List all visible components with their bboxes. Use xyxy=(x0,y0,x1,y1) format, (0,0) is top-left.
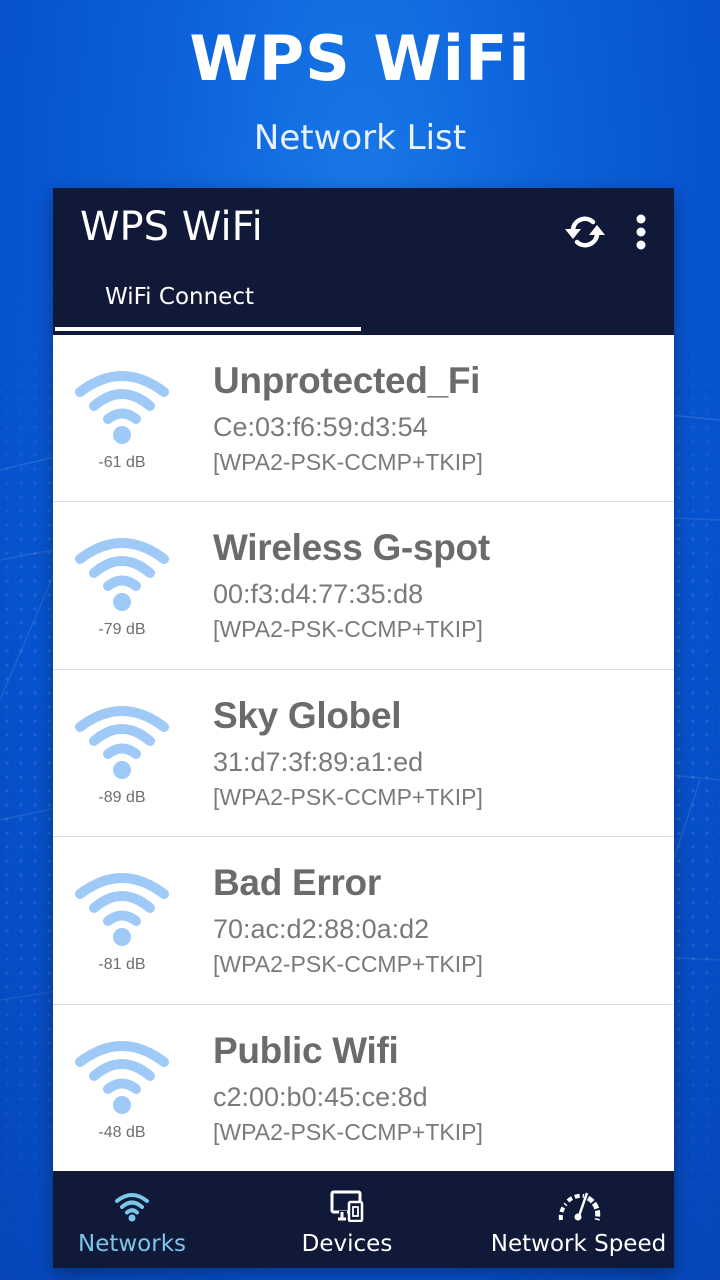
signal-strength: -79 dB xyxy=(98,621,146,639)
promo-title: WPS WiFi xyxy=(189,22,531,95)
network-security: [WPA2-PSK-CCMP+TKIP] xyxy=(213,1118,483,1145)
network-bssid: Ce:03:f6:59:d3:54 xyxy=(213,412,428,442)
active-tab-indicator xyxy=(55,327,361,331)
wifi-icon xyxy=(75,873,169,947)
refresh-icon xyxy=(565,216,605,248)
tab-wifi-connect[interactable]: WiFi Connect xyxy=(53,278,361,335)
nav-item-networks[interactable]: Networks xyxy=(53,1171,211,1268)
nav-item-network-speed[interactable]: Network Speed xyxy=(483,1171,674,1268)
signal-strength: -48 dB xyxy=(98,1123,146,1141)
network-ssid: Sky Globel xyxy=(213,694,402,736)
speedometer-icon xyxy=(558,1192,600,1221)
network-bssid: 31:d7:3f:89:a1:ed xyxy=(213,746,424,777)
wifi-icon xyxy=(75,371,169,444)
network-ssid: Wireless G-spot xyxy=(213,527,490,569)
network-security: [WPA2-PSK-CCMP+TKIP] xyxy=(213,951,483,978)
network-security: [WPA2-PSK-CCMP+TKIP] xyxy=(213,449,483,475)
network-bssid: 00:f3:d4:77:35:d8 xyxy=(213,579,424,610)
bottom-navigation: Networks Devices Network Speed xyxy=(53,1171,674,1268)
network-ssid: Bad Error xyxy=(213,862,381,904)
devices-icon xyxy=(330,1190,364,1222)
app-screen: WPS WiFi WiFi Connect -61 dB Unprotected… xyxy=(53,188,674,1268)
network-list-item[interactable]: -89 dB Sky Globel 31:d7:3f:89:a1:ed [WPA… xyxy=(53,669,674,838)
nav-item-devices[interactable]: Devices xyxy=(211,1171,483,1268)
signal-strength: -61 dB xyxy=(98,454,146,471)
signal-strength: -89 dB xyxy=(98,788,146,806)
nav-label-networks: Networks xyxy=(77,1231,186,1257)
network-list-item[interactable]: -79 dB Wireless G-spot 00:f3:d4:77:35:d8… xyxy=(53,502,674,670)
wifi-icon xyxy=(75,1040,169,1114)
network-list: -61 dB Unprotected_Fi Ce:03:f6:59:d3:54 … xyxy=(53,335,674,1172)
more-options-button[interactable] xyxy=(627,210,655,254)
wifi-icon xyxy=(75,705,169,779)
network-bssid: c2:00:b0:45:ce:8d xyxy=(213,1081,428,1112)
network-list-item[interactable]: -61 dB Unprotected_Fi Ce:03:f6:59:d3:54 … xyxy=(53,335,674,503)
network-bssid: 70:ac:d2:88:0a:d2 xyxy=(213,914,430,945)
refresh-button[interactable] xyxy=(561,210,609,254)
network-security: [WPA2-PSK-CCMP+TKIP] xyxy=(213,616,483,643)
wifi-icon xyxy=(115,1193,149,1222)
network-security: [WPA2-PSK-CCMP+TKIP] xyxy=(213,783,483,810)
nav-label-devices: Devices xyxy=(301,1231,393,1257)
network-ssid: Unprotected_Fi xyxy=(213,360,481,401)
app-title: WPS WiFi xyxy=(80,204,263,250)
network-ssid: Public Wifi xyxy=(213,1029,399,1071)
network-list-item[interactable]: -48 dB Public Wifi c2:00:b0:45:ce:8d [WP… xyxy=(53,1004,674,1172)
network-list-item[interactable]: -81 dB Bad Error 70:ac:d2:88:0a:d2 [WPA2… xyxy=(53,837,674,1005)
wifi-icon xyxy=(75,538,169,612)
signal-strength: -81 dB xyxy=(98,956,146,974)
app-bar: WPS WiFi WiFi Connect xyxy=(53,188,674,335)
more-vertical-icon xyxy=(636,214,646,250)
promo-subtitle: Network List xyxy=(253,118,467,158)
nav-label-network-speed: Network Speed xyxy=(490,1231,667,1257)
tab-label: WiFi Connect xyxy=(105,284,254,310)
